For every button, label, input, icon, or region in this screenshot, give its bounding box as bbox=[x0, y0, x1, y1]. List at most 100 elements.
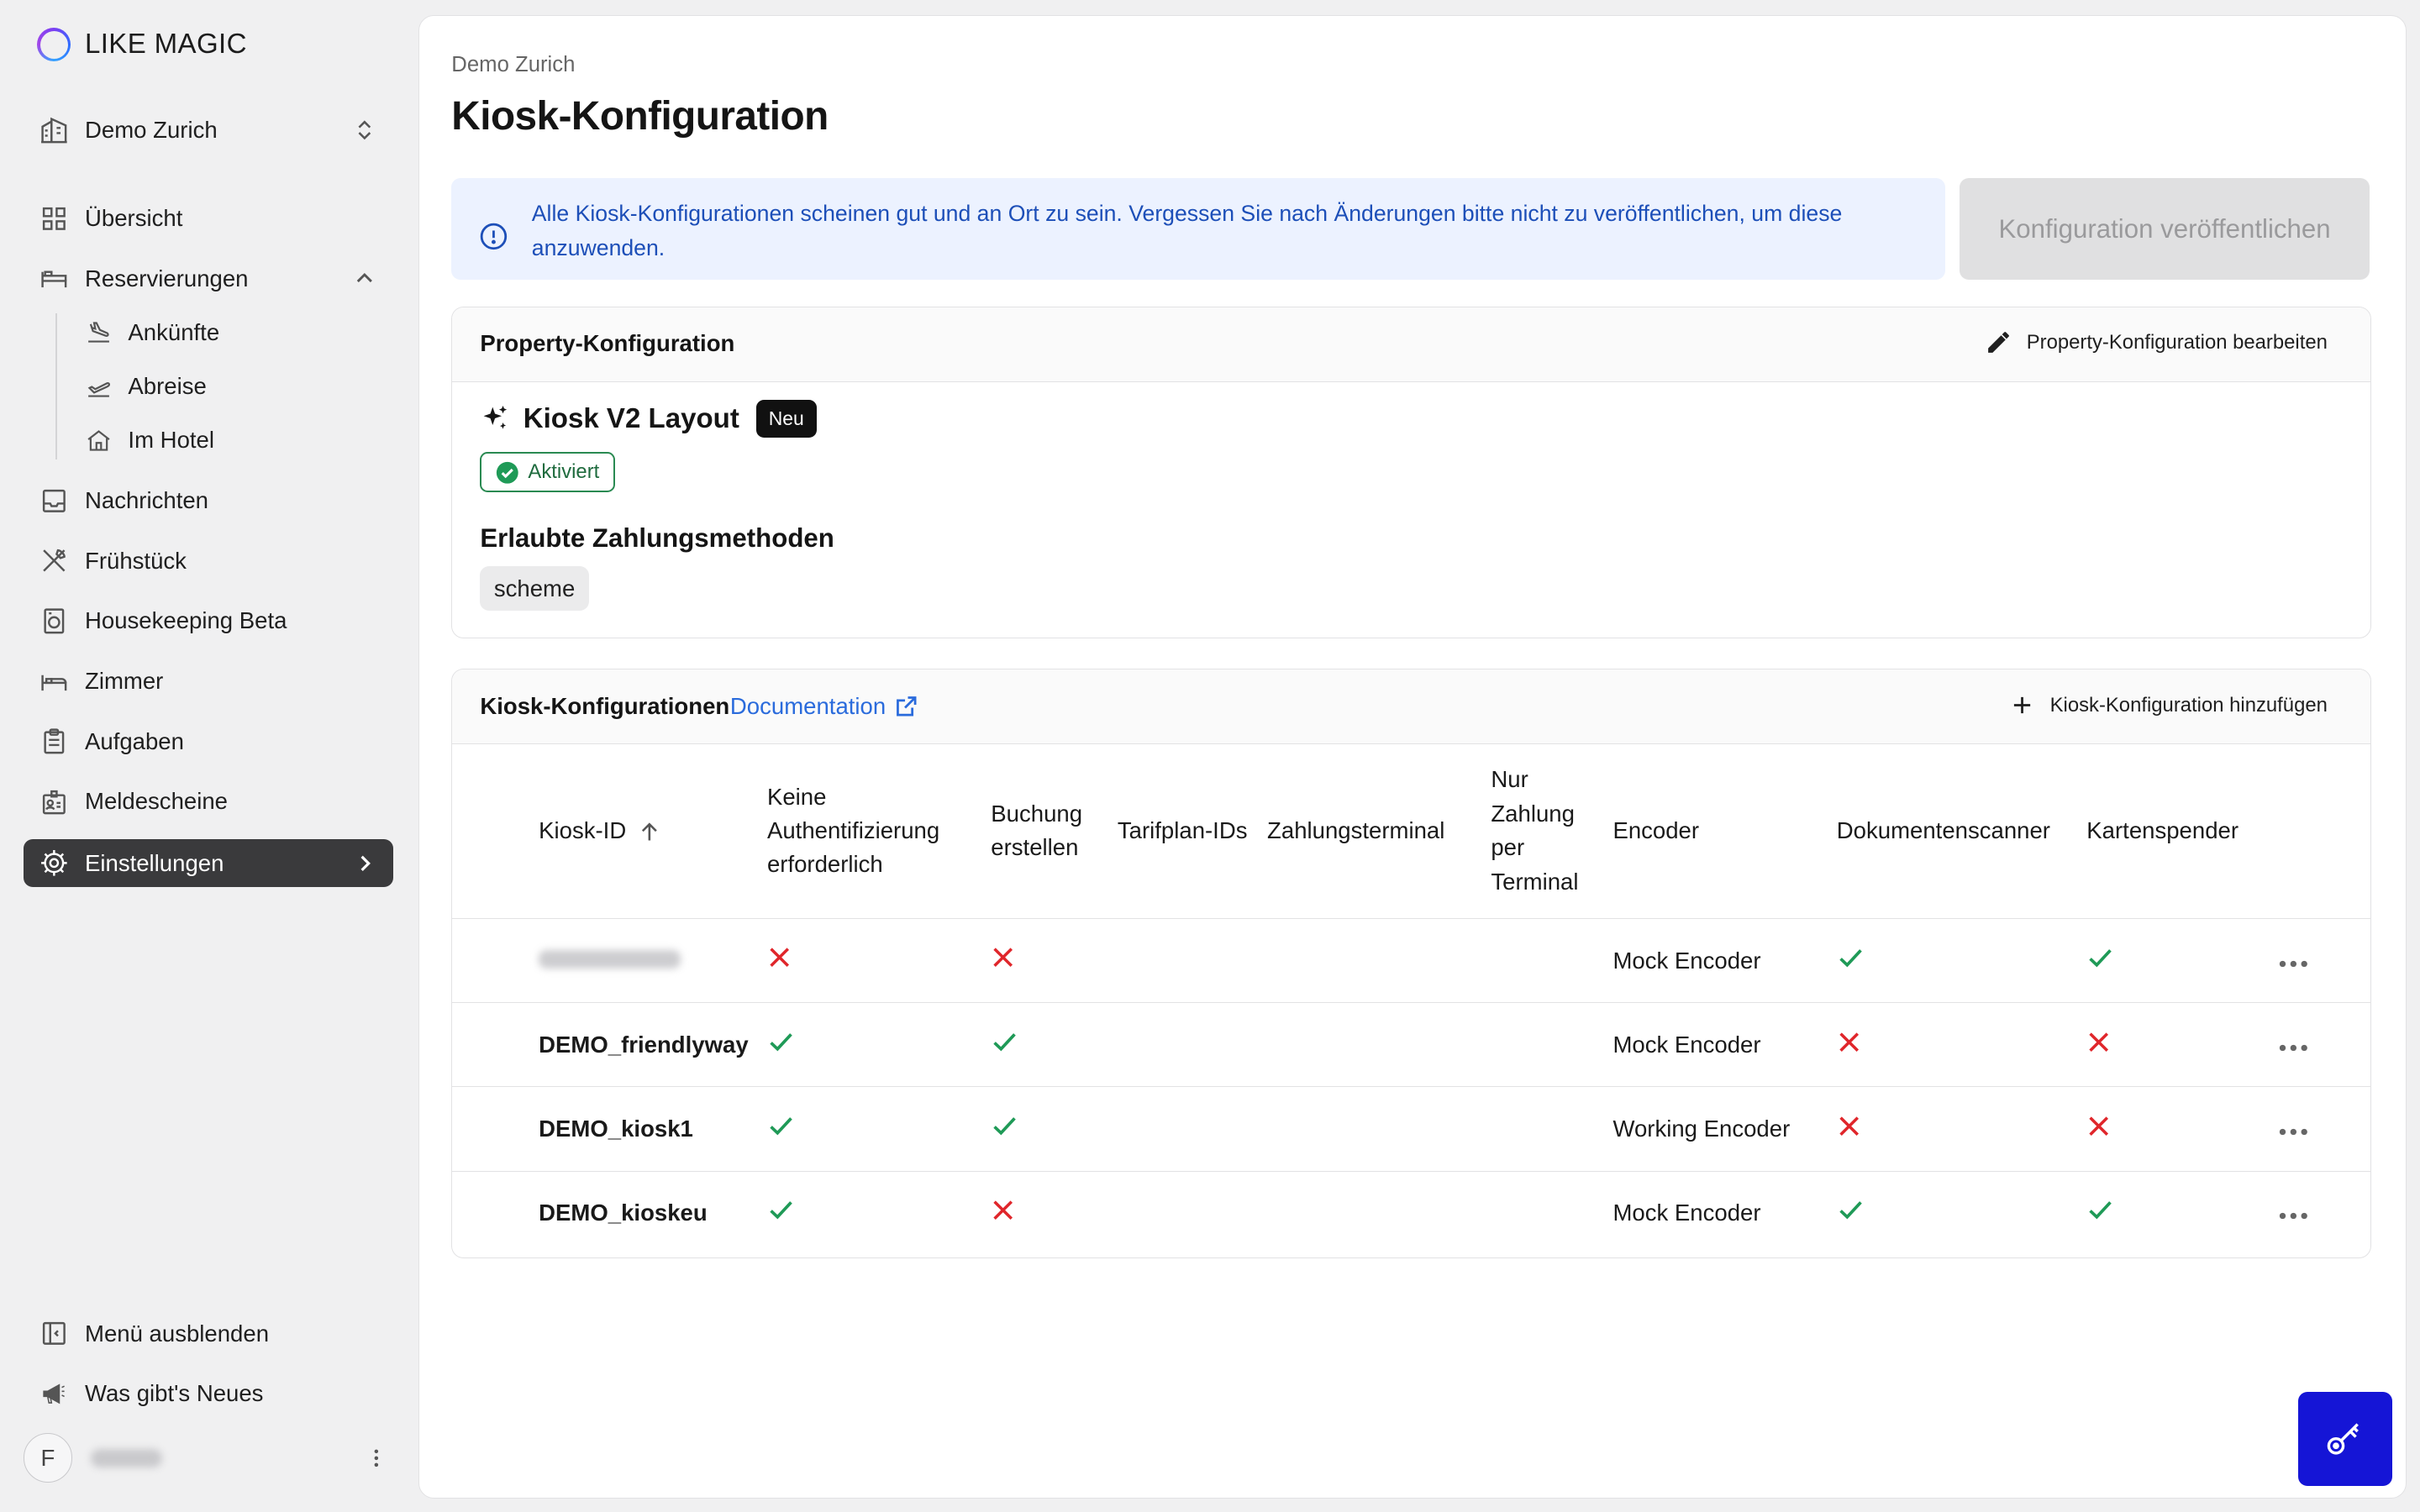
edit-property-config-button[interactable]: Property-Konfiguration bearbeiten bbox=[1985, 328, 2328, 356]
check-icon bbox=[991, 1112, 1018, 1140]
sidebar-item-departures[interactable]: Abreise bbox=[70, 363, 378, 411]
cell-kiosk-id[interactable]: DEMO_kioskeu bbox=[539, 1171, 767, 1255]
avatar[interactable]: F bbox=[23, 1433, 73, 1483]
whats-new-button[interactable]: Was gibt's Neues bbox=[24, 1370, 394, 1418]
card-header: Kiosk-Konfigurationen Documentation Kios… bbox=[452, 669, 2371, 745]
grid-icon bbox=[24, 194, 85, 242]
hide-menu-button[interactable]: Menü ausblenden bbox=[24, 1310, 394, 1357]
cell-payment-terminal bbox=[1267, 1086, 1491, 1172]
table-row[interactable]: DEMO_kioskeu Mock Encoder bbox=[452, 1171, 2370, 1255]
cell-no-auth bbox=[767, 1171, 991, 1255]
more-horizontal-icon[interactable] bbox=[2278, 1127, 2309, 1137]
clipboard-icon bbox=[24, 717, 85, 765]
cell-encoder: Working Encoder bbox=[1612, 1086, 1837, 1172]
status-badge: Aktiviert bbox=[480, 452, 615, 493]
sidebar-item-arrivals[interactable]: Ankünfte bbox=[70, 308, 378, 356]
sidebar-item-reservations[interactable]: Reservierungen bbox=[24, 255, 394, 302]
cell-actions[interactable] bbox=[2278, 918, 2371, 1004]
inbox-icon bbox=[24, 477, 85, 525]
x-icon bbox=[991, 945, 1015, 969]
sidebar-item-tasks[interactable]: Aufgaben bbox=[24, 717, 394, 765]
x-icon bbox=[1837, 1114, 1861, 1138]
sidebar-item-housekeeping[interactable]: Housekeeping Beta bbox=[24, 597, 394, 645]
sidebar-item-registration-forms[interactable]: Meldescheine bbox=[24, 778, 394, 826]
cell-kiosk-id[interactable] bbox=[539, 918, 767, 1004]
cell-kiosk-id[interactable]: DEMO_kiosk1 bbox=[539, 1086, 767, 1172]
table-row[interactable]: DEMO_friendlyway Mock Encoder bbox=[452, 1002, 2371, 1088]
column-header-create-booking[interactable]: Buchung erstellen bbox=[991, 743, 1118, 919]
more-horizontal-icon[interactable] bbox=[2278, 1211, 2309, 1221]
sidebar-item-settings[interactable]: Einstellungen bbox=[23, 839, 394, 888]
sidebar-item-label: Meldescheine bbox=[85, 788, 228, 815]
cell-kiosk-id[interactable]: DEMO_friendlyway bbox=[539, 1002, 767, 1088]
more-vertical-icon[interactable] bbox=[366, 1447, 387, 1469]
sidebar-item-overview[interactable]: Übersicht bbox=[24, 194, 394, 242]
breadcrumb[interactable]: Demo Zurich bbox=[451, 53, 575, 77]
more-horizontal-icon[interactable] bbox=[2278, 1043, 2309, 1053]
logo[interactable]: LIKE MAGIC bbox=[37, 28, 247, 62]
cell-encoder: Mock Encoder bbox=[1612, 918, 1837, 1004]
check-icon bbox=[1837, 1196, 1865, 1224]
cell-actions[interactable] bbox=[2278, 1171, 2370, 1255]
sidebar-item-label: Housekeeping Beta bbox=[85, 607, 287, 634]
cell-actions[interactable] bbox=[2278, 1002, 2371, 1088]
plus-icon bbox=[2008, 691, 2036, 719]
cell-no-auth bbox=[766, 1086, 992, 1172]
check-icon bbox=[1837, 944, 1865, 972]
table-row[interactable]: DEMO_kiosk1 Working Encoder bbox=[452, 1086, 2371, 1172]
column-header-card-dispenser[interactable]: Kartenspender bbox=[2086, 743, 2279, 919]
cell-payment-terminal bbox=[1267, 1002, 1491, 1088]
sidebar-item-label: Einstellungen bbox=[85, 849, 224, 876]
kiosk-id-redacted bbox=[539, 949, 681, 969]
sidebar-collapse-icon bbox=[24, 1310, 85, 1357]
documentation-link[interactable]: Documentation bbox=[730, 693, 918, 720]
kiosk-table: Kiosk-ID Keine Authentifizierung erforde… bbox=[452, 743, 2371, 1255]
column-header-payment-terminal[interactable]: Zahlungsterminal bbox=[1267, 743, 1491, 919]
sparkles-icon bbox=[480, 403, 511, 434]
check-icon bbox=[2086, 1196, 2114, 1224]
cell-create-booking bbox=[991, 1086, 1118, 1172]
payment-methods-title: Erlaubte Zahlungsmethoden bbox=[480, 522, 834, 553]
publish-configuration-button[interactable]: Konfiguration veröffentlichen bbox=[1959, 178, 2370, 281]
user-menu[interactable]: F bbox=[23, 1431, 394, 1483]
card-title: Property-Konfiguration bbox=[480, 330, 735, 357]
key-fab-button[interactable] bbox=[2297, 1391, 2392, 1486]
chevron-up-icon bbox=[354, 268, 376, 290]
column-header-terminal-only[interactable]: Nur Zahlung per Terminal bbox=[1491, 743, 1613, 919]
table-row[interactable]: Mock Encoder bbox=[452, 918, 2371, 1004]
sort-ascending-icon[interactable] bbox=[639, 822, 660, 843]
gear-icon bbox=[24, 839, 85, 887]
info-icon bbox=[479, 222, 508, 251]
payment-method-chip: scheme bbox=[480, 566, 589, 612]
column-header-encoder[interactable]: Encoder bbox=[1612, 743, 1837, 919]
logo-icon bbox=[37, 28, 71, 62]
cell-terminal-only bbox=[1491, 918, 1613, 1004]
sidebar-item-label: Frühstück bbox=[85, 547, 187, 574]
cell-create-booking bbox=[991, 1171, 1118, 1255]
cutlery-icon bbox=[24, 537, 85, 585]
sidebar-item-breakfast[interactable]: Frühstück bbox=[24, 537, 394, 585]
cell-create-booking bbox=[991, 918, 1118, 1004]
column-header-rate-plan-ids[interactable]: Tarifplan-IDs bbox=[1117, 743, 1268, 919]
card-header: Property-Konfiguration Property-Konfigur… bbox=[452, 307, 2371, 382]
property-selector[interactable]: Demo Zurich bbox=[24, 107, 394, 155]
plane-takeoff-icon bbox=[70, 363, 129, 411]
check-circle-icon bbox=[496, 461, 519, 485]
cell-actions[interactable] bbox=[2278, 1086, 2371, 1172]
user-name-redacted bbox=[91, 1448, 162, 1467]
sidebar-item-rooms[interactable]: Zimmer bbox=[24, 657, 394, 705]
x-icon bbox=[991, 1198, 1015, 1222]
more-horizontal-icon[interactable] bbox=[2278, 959, 2309, 969]
add-kiosk-config-button[interactable]: Kiosk-Konfiguration hinzufügen bbox=[2008, 691, 2328, 719]
column-header-kiosk-id[interactable]: Kiosk-ID bbox=[539, 743, 767, 919]
sidebar-item-in-hotel[interactable]: Im Hotel bbox=[70, 417, 378, 465]
check-icon bbox=[2086, 944, 2114, 972]
chevron-right-icon bbox=[354, 853, 376, 874]
page-title: Kiosk-Konfiguration bbox=[451, 94, 829, 139]
sidebar-item-messages[interactable]: Nachrichten bbox=[24, 477, 394, 525]
column-header-document-scanner[interactable]: Dokumentenscanner bbox=[1836, 743, 2087, 919]
alert-text: Alle Kiosk-Konfigurationen scheinen gut … bbox=[531, 201, 1843, 260]
column-header-no-auth[interactable]: Keine Authentifizierung erforderlich bbox=[766, 743, 992, 919]
pencil-icon bbox=[1985, 328, 2012, 356]
submenu-divider bbox=[55, 312, 57, 460]
